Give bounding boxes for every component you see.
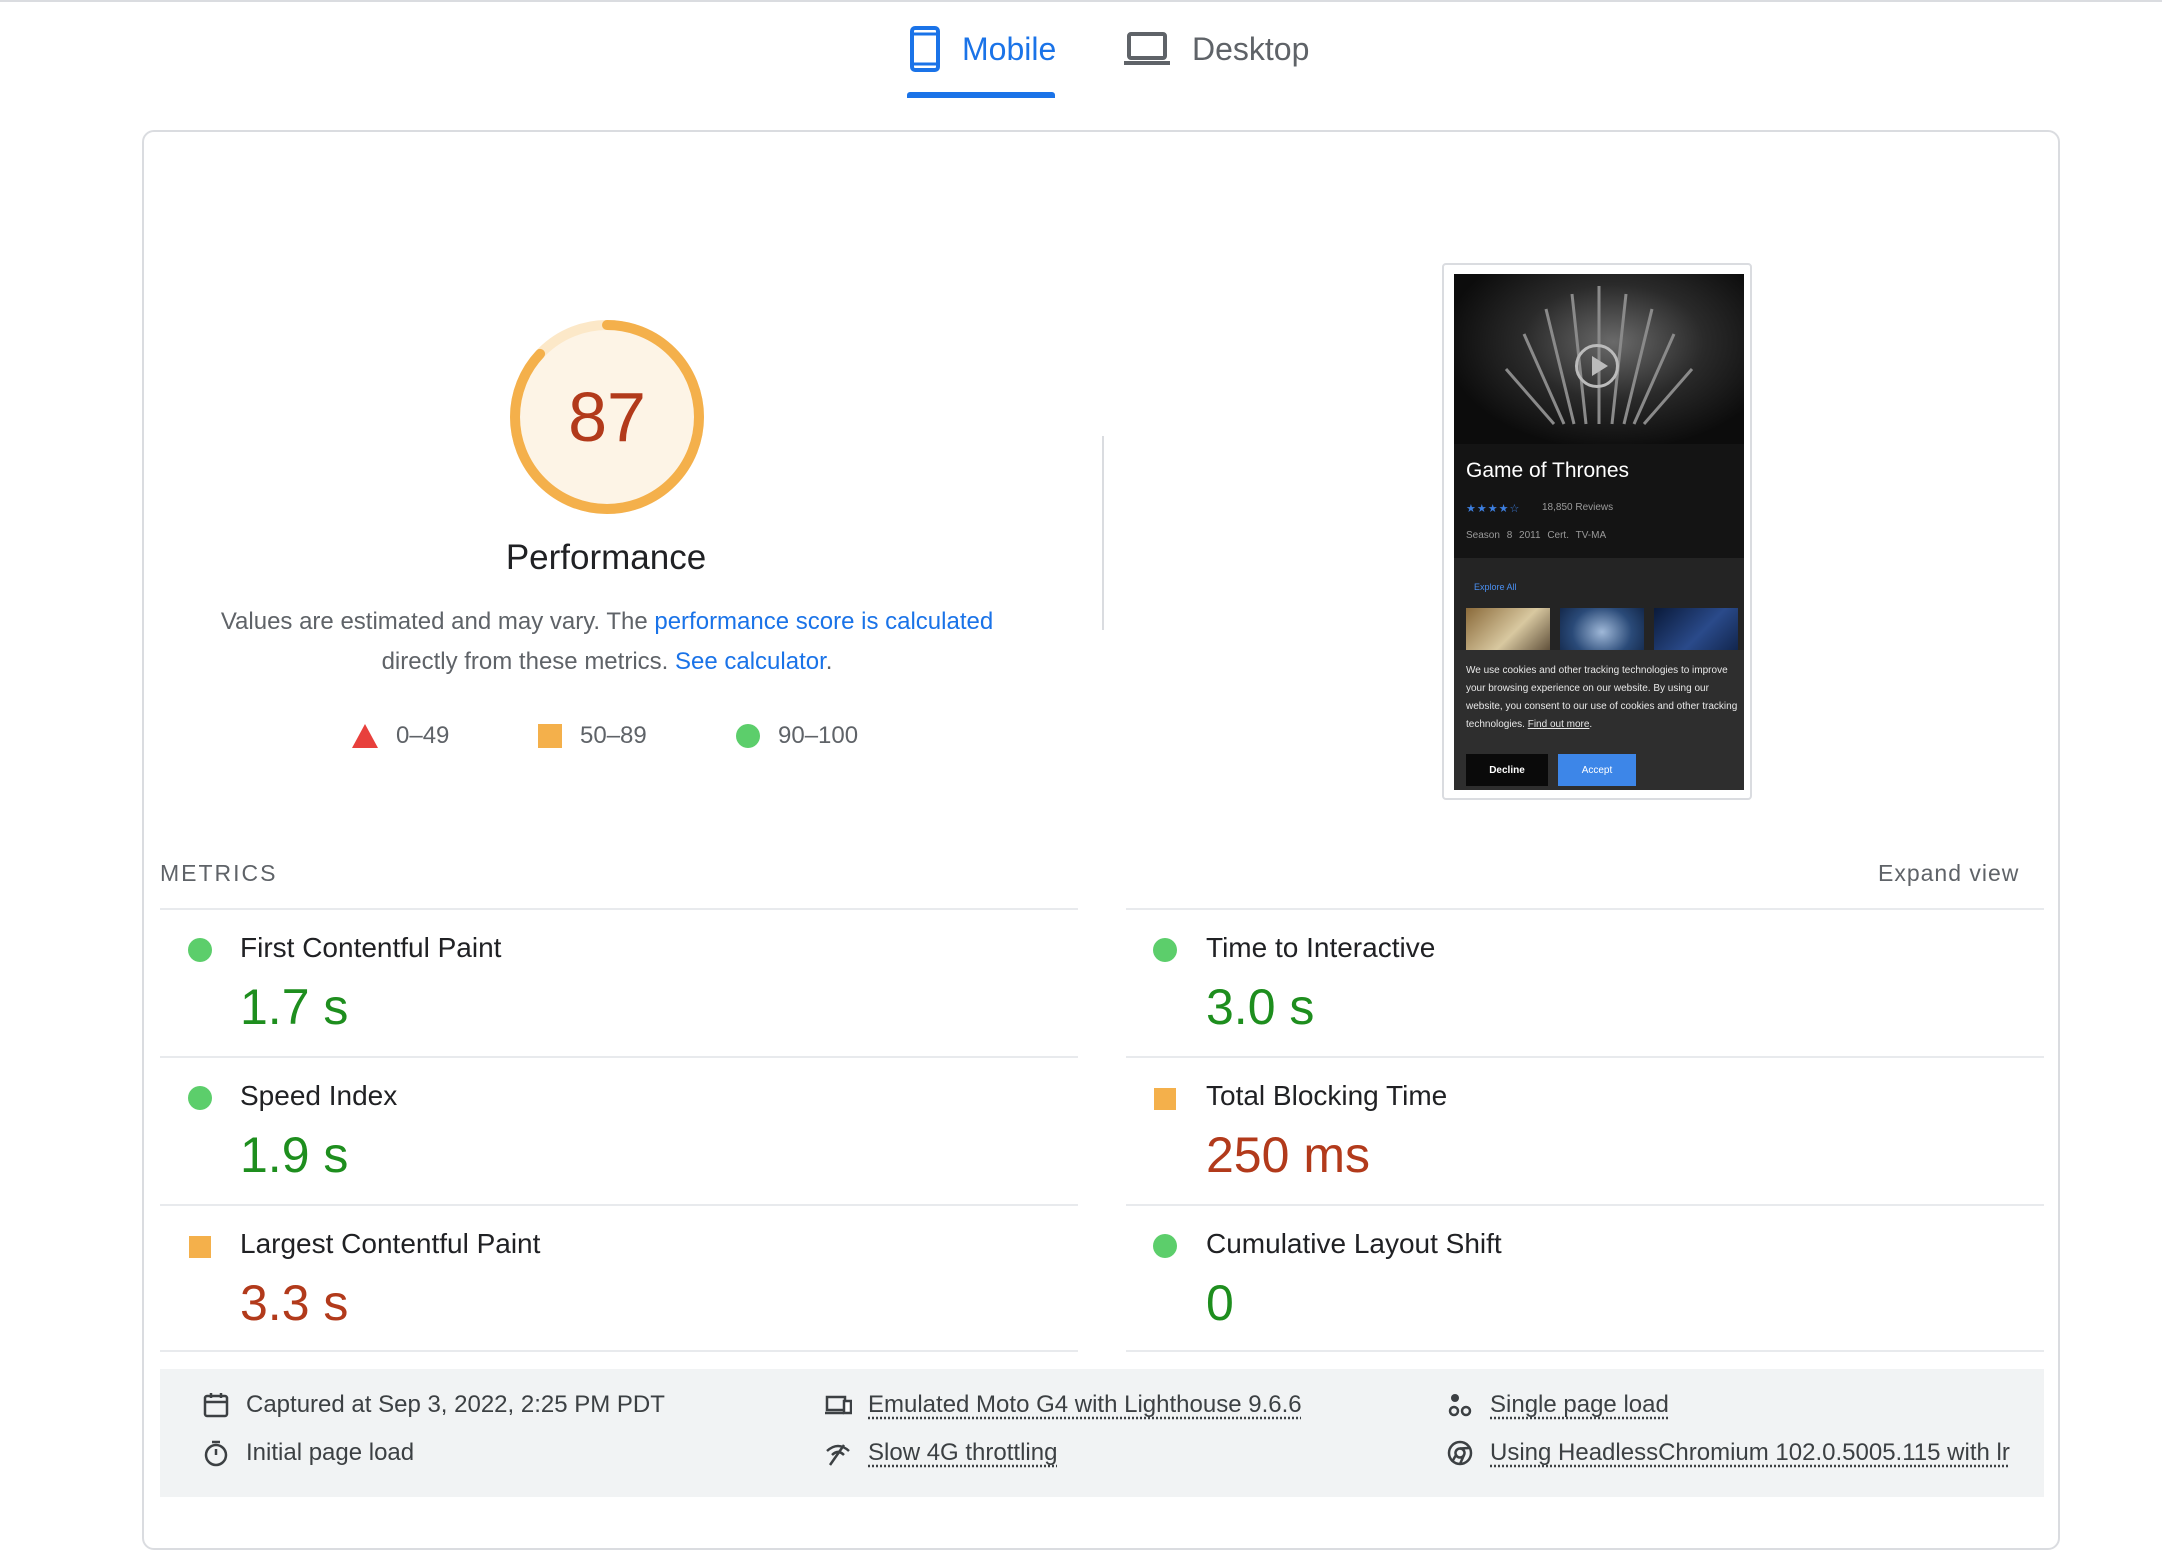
initial-load-text: Initial page load <box>246 1439 415 1466</box>
stopwatch-icon <box>204 1440 228 1467</box>
desc-text-2: directly from these metrics. <box>381 648 675 675</box>
legend-good: 90–100 <box>736 722 858 750</box>
circle-icon <box>736 724 760 748</box>
captured-row: Captured at Sep 3, 2022, 2:25 PM PDT <box>202 1391 665 1419</box>
good-status-icon <box>188 938 212 962</box>
metrics-divider <box>1126 1056 2044 1058</box>
performance-score-link[interactable]: performance score is calculated <box>654 608 993 635</box>
metric-fcp-label: First Contentful Paint <box>240 932 502 963</box>
cookie-message: We use cookies and other tracking techno… <box>1466 665 1738 730</box>
performance-score: 87 <box>568 378 646 456</box>
desc-text-1: Values are estimated and may vary. The <box>220 608 655 635</box>
smartphone-icon <box>910 26 940 72</box>
metric-fcp-value: 1.7 s <box>240 979 349 1035</box>
accept-button: Accept <box>1558 754 1636 786</box>
runtime-settings: Captured at Sep 3, 2022, 2:25 PM PDT Ini… <box>160 1369 2044 1497</box>
star-rating: ★★★★☆ <box>1466 503 1521 515</box>
metrics-divider <box>1126 1350 2044 1352</box>
season-info: Season 8 2011 Cert. TV-MA <box>1466 530 1607 541</box>
laptop-icon <box>1124 32 1170 65</box>
play-icon <box>1575 344 1619 388</box>
metric-lcp-value: 3.3 s <box>240 1275 349 1331</box>
single-load-row: Single page load <box>1446 1391 1669 1419</box>
desc-text-3: . <box>825 648 833 675</box>
average-status-icon <box>1154 1088 1176 1110</box>
browser-version-link[interactable]: Using HeadlessChromium 102.0.5005.115 wi… <box>1490 1439 2010 1467</box>
square-icon <box>538 724 562 748</box>
metric-cls-label: Cumulative Layout Shift <box>1206 1228 1502 1259</box>
metric-lcp-label: Largest Contentful Paint <box>240 1228 541 1259</box>
tab-desktop-label: Desktop <box>1192 30 1310 67</box>
legend-average: 50–89 <box>538 722 647 750</box>
metrics-divider <box>160 1056 1078 1058</box>
see-calculator-link[interactable]: See calculator <box>675 648 826 675</box>
final-screenshot: Game of Thrones ★★★★☆ 18,850 Reviews Sea… <box>1442 263 1752 800</box>
metric-tbt-label: Total Blocking Time <box>1206 1080 1448 1111</box>
throttling-link[interactable]: Slow 4G throttling <box>868 1439 1057 1467</box>
tab-desktop[interactable]: Desktop <box>1124 22 1309 76</box>
good-status-icon <box>1153 1234 1177 1258</box>
initial-load-row: Initial page load <box>202 1439 414 1467</box>
signal-icon <box>826 1444 850 1466</box>
legend-poor-label: 0–49 <box>396 722 450 749</box>
devices-icon <box>825 1395 852 1415</box>
good-status-icon <box>188 1086 212 1110</box>
cookie-text: We use cookies and other tracking techno… <box>1466 665 1738 730</box>
metric-tti-value: 3.0 s <box>1206 979 1315 1035</box>
chrome-icon <box>1447 1440 1473 1466</box>
calendar-icon <box>203 1393 229 1418</box>
throttling-row: Slow 4G throttling <box>824 1439 1057 1467</box>
good-status-icon <box>1153 938 1177 962</box>
legend-good-label: 90–100 <box>778 722 859 749</box>
active-tab-indicator <box>907 92 1055 98</box>
metrics-heading: METRICS <box>160 860 278 886</box>
explore-all-link: Explore All <box>1474 582 1517 592</box>
metrics-divider <box>160 1204 1078 1206</box>
triangle-icon <box>352 724 378 748</box>
tab-mobile-label: Mobile <box>962 30 1057 67</box>
captured-text: Captured at Sep 3, 2022, 2:25 PM PDT <box>246 1391 665 1418</box>
single-page-load-link[interactable]: Single page load <box>1490 1391 1669 1419</box>
average-status-icon <box>189 1236 211 1258</box>
content-panel: Explore All We use cookies and other tra… <box>1454 558 1744 790</box>
legend-average-label: 50–89 <box>580 722 647 749</box>
metric-si-label: Speed Index <box>240 1080 398 1111</box>
report-card <box>142 130 2060 1550</box>
metric-si-value: 1.9 s <box>240 1127 349 1183</box>
vertical-divider <box>1102 436 1104 630</box>
metric-cls-value: 0 <box>1206 1275 1234 1331</box>
top-divider <box>0 0 2162 2</box>
single-load-icon <box>1448 1394 1472 1417</box>
reviews-count: 18,850 Reviews <box>1542 502 1614 513</box>
expand-view-button[interactable]: Expand view <box>1878 860 2019 887</box>
legend-poor: 0–49 <box>352 722 449 750</box>
cookie-banner: We use cookies and other tracking techno… <box>1454 650 1744 790</box>
emulated-row: Emulated Moto G4 with Lighthouse 9.6.6 <box>824 1391 1302 1419</box>
metric-tti-label: Time to Interactive <box>1206 932 1436 963</box>
metric-tbt-value: 250 ms <box>1206 1127 1370 1183</box>
show-title: Game of Thrones <box>1466 459 1630 482</box>
metrics-divider <box>1126 908 2044 910</box>
performance-title: Performance <box>505 538 707 577</box>
metrics-divider <box>160 908 1078 910</box>
screenshot-screen: Game of Thrones ★★★★☆ 18,850 Reviews Sea… <box>1454 274 1744 790</box>
metrics-divider <box>160 1350 1078 1352</box>
performance-description: Values are estimated and may vary. The p… <box>180 602 1034 682</box>
decline-button: Decline <box>1466 754 1548 786</box>
metrics-divider <box>1126 1204 2044 1206</box>
browser-row: Using HeadlessChromium 102.0.5005.115 wi… <box>1446 1439 2010 1467</box>
emulated-device-link[interactable]: Emulated Moto G4 with Lighthouse 9.6.6 <box>868 1391 1302 1419</box>
tab-mobile[interactable]: Mobile <box>910 22 1056 76</box>
find-out-more-link: Find out more <box>1527 719 1590 730</box>
